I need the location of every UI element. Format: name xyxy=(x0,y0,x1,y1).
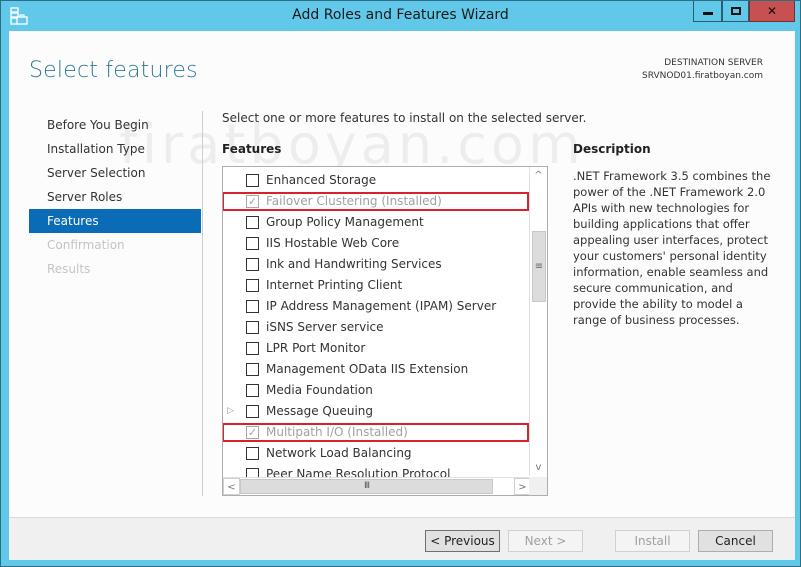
cancel-button[interactable]: Cancel xyxy=(698,530,773,552)
feature-label: LPR Port Monitor xyxy=(266,341,366,355)
previous-button[interactable]: < Previous xyxy=(425,530,500,552)
feature-checkbox: ✓ xyxy=(246,195,259,208)
nav-item-installation-type[interactable]: Installation Type xyxy=(29,137,201,161)
feature-label: Ink and Handwriting Services xyxy=(266,257,442,271)
feature-row[interactable]: ▷ Message Queuing xyxy=(223,401,529,422)
feature-label: Media Foundation xyxy=(266,383,373,397)
feature-checkbox[interactable] xyxy=(246,174,259,187)
nav-item-before-you-begin[interactable]: Before You Begin xyxy=(29,113,201,137)
scroll-left-icon[interactable]: < xyxy=(223,478,240,495)
feature-checkbox[interactable] xyxy=(246,300,259,313)
scroll-up-icon[interactable]: ^ xyxy=(530,167,547,184)
feature-checkbox[interactable] xyxy=(246,237,259,250)
scroll-down-icon[interactable]: v xyxy=(530,459,547,476)
feature-label: Enhanced Storage xyxy=(266,173,377,187)
title-bar[interactable]: Add Roles and Features Wizard ✕ xyxy=(1,1,800,31)
feature-checkbox: ✓ xyxy=(246,426,259,439)
instructions-text: Select one or more features to install o… xyxy=(222,111,587,125)
wizard-nav: Before You Begin Installation Type Serve… xyxy=(29,113,201,281)
feature-row[interactable]: IP Address Management (IPAM) Server xyxy=(223,296,529,317)
description-text: .NET Framework 3.5 combines the power of… xyxy=(573,169,771,327)
horizontal-scrollbar[interactable]: < III > xyxy=(223,477,531,495)
expand-arrow-icon[interactable]: ▷ xyxy=(227,401,234,422)
features-tree[interactable]: Enhanced Storage ✓ Failover Clustering (In… xyxy=(222,166,548,496)
feature-checkbox[interactable] xyxy=(246,384,259,397)
feature-checkbox[interactable] xyxy=(246,258,259,271)
window-title: Add Roles and Features Wizard xyxy=(292,7,509,23)
close-button[interactable]: ✕ xyxy=(749,1,795,22)
feature-row[interactable]: iSNS Server service xyxy=(223,317,529,338)
feature-row[interactable]: ✓ Multipath I/O (Installed) xyxy=(223,422,529,443)
feature-label: Network Load Balancing xyxy=(266,446,412,460)
feature-checkbox[interactable] xyxy=(246,342,259,355)
scroll-thumb[interactable]: ≡ xyxy=(532,231,546,302)
feature-checkbox[interactable] xyxy=(246,447,259,460)
feature-label: IIS Hostable Web Core xyxy=(266,236,400,250)
description-heading: Description xyxy=(573,142,651,156)
maximize-icon xyxy=(730,7,741,15)
wizard-window: Add Roles and Features Wizard ✕ firatboy… xyxy=(0,0,801,567)
scrollbar-corner xyxy=(529,477,547,495)
feature-row[interactable]: IIS Hostable Web Core xyxy=(223,233,529,254)
vertical-scrollbar[interactable]: ^ ≡ v xyxy=(529,167,547,476)
feature-checkbox[interactable] xyxy=(246,216,259,229)
feature-row[interactable]: LPR Port Monitor xyxy=(223,338,529,359)
nav-item-server-selection[interactable]: Server Selection xyxy=(29,161,201,185)
feature-row[interactable]: ✓ Failover Clustering (Installed) xyxy=(223,191,529,212)
feature-checkbox[interactable] xyxy=(246,321,259,334)
feature-label: Management OData IIS Extension xyxy=(266,362,469,376)
feature-row[interactable]: Internet Printing Client xyxy=(223,275,529,296)
next-button[interactable]: Next > xyxy=(508,530,583,552)
destination-server-name: SRVNOD01.firatboyan.com xyxy=(642,71,763,81)
nav-item-results: Results xyxy=(47,262,91,276)
feature-label: Internet Printing Client xyxy=(266,278,403,292)
minimize-button[interactable] xyxy=(693,1,722,22)
feature-row[interactable]: Ink and Handwriting Services xyxy=(223,254,529,275)
maximize-button[interactable] xyxy=(722,1,749,22)
feature-label: Failover Clustering (Installed) xyxy=(266,194,442,208)
minimize-icon xyxy=(702,11,713,15)
feature-row[interactable]: Enhanced Storage xyxy=(223,170,529,191)
feature-checkbox[interactable] xyxy=(246,279,259,292)
feature-row[interactable]: Group Policy Management xyxy=(223,212,529,233)
nav-divider xyxy=(202,111,203,496)
horizontal-scroll-thumb[interactable]: III xyxy=(240,479,493,494)
feature-row[interactable]: Media Foundation xyxy=(223,380,529,401)
feature-label: iSNS Server service xyxy=(266,320,384,334)
feature-label: Multipath I/O (Installed) xyxy=(266,425,408,439)
install-button[interactable]: Install xyxy=(615,530,690,552)
feature-label: IP Address Management (IPAM) Server xyxy=(266,299,497,313)
feature-row[interactable]: Management OData IIS Extension xyxy=(223,359,529,380)
destination-server-label: DESTINATION SERVER xyxy=(664,58,763,68)
wizard-footer: < Previous Next > Install Cancel xyxy=(9,517,795,560)
page-title: Select features xyxy=(29,58,198,83)
features-heading: Features xyxy=(222,142,282,156)
feature-row[interactable]: Network Load Balancing xyxy=(223,443,529,464)
feature-list: Enhanced Storage ✓ Failover Clustering (In… xyxy=(223,170,529,485)
nav-item-features[interactable]: Features xyxy=(29,209,201,233)
feature-label: Message Queuing xyxy=(266,404,374,418)
feature-label: Group Policy Management xyxy=(266,215,424,229)
feature-checkbox[interactable] xyxy=(246,363,259,376)
feature-checkbox[interactable] xyxy=(246,405,259,418)
nav-item-confirmation: Confirmation xyxy=(47,238,125,252)
nav-item-server-roles[interactable]: Server Roles xyxy=(29,185,201,209)
close-icon: ✕ xyxy=(766,4,778,18)
wizard-client-area: firatboyan.com Select features DESTINATI… xyxy=(9,31,795,560)
